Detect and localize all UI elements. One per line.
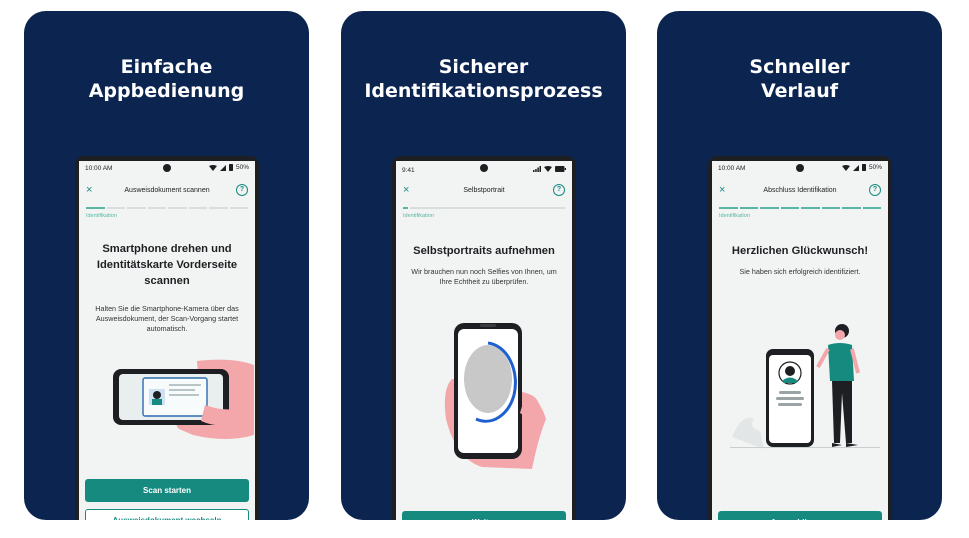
progress-bar: [403, 207, 565, 209]
selfie-illustration: [444, 323, 546, 469]
step-label: Identifikation: [86, 213, 117, 219]
phone-screen: 10:00 AM 50% × Abschluss Identifikation …: [712, 161, 888, 520]
card-title: Einfache Appbedienung: [88, 56, 245, 102]
status-icons: 50%: [208, 164, 249, 171]
phone-frame: 9:41 × Selbstportrait ? Identifikation S…: [392, 156, 576, 520]
signal-icon: [219, 164, 226, 171]
progress-bar: [719, 207, 881, 209]
phone-screen: 9:41 × Selbstportrait ? Identifikation S…: [396, 161, 572, 520]
status-icons: [533, 166, 566, 172]
card-fast-process: Schneller Verlauf 10:00 AM 50% × Abschlu…: [657, 11, 942, 520]
status-time: 9:41: [402, 167, 415, 174]
wifi-icon: [841, 164, 850, 171]
app-bar-title: Abschluss Identifikation: [763, 187, 837, 194]
heading: Selbstportraits aufnehmen: [413, 245, 555, 257]
app-bar-title: Ausweisdokument scannen: [124, 187, 210, 194]
success-illustration: [730, 324, 880, 449]
body-text: Sie haben sich erfolgreich identifiziert…: [739, 267, 861, 276]
help-icon[interactable]: ?: [553, 184, 565, 196]
phone-screen: 10:00 AM 50% × Ausweisdokument scannen ?…: [79, 161, 255, 520]
battery-icon: [861, 164, 866, 171]
app-bar: × Selbstportrait ?: [396, 181, 572, 201]
heading: Smartphone drehen und Identitätskarte Vo…: [96, 243, 238, 287]
battery-level: 50%: [868, 164, 882, 171]
battery-level: 50%: [235, 164, 249, 171]
app-bar-title: Selbstportrait: [463, 187, 505, 194]
signal-icon: [533, 166, 541, 172]
card-title: Sicherer Identifikationsprozess: [364, 56, 603, 102]
app-bar: × Abschluss Identifikation ?: [712, 181, 888, 201]
switch-document-button[interactable]: Ausweisdokument wechseln: [85, 509, 249, 520]
camera-icon: [796, 164, 804, 172]
help-icon[interactable]: ?: [236, 184, 248, 196]
app-bar: × Ausweisdokument scannen ?: [79, 181, 255, 201]
status-icons: 50%: [841, 164, 882, 171]
card-title: Schneller Verlauf: [749, 56, 850, 102]
body-text: Wir brauchen nun noch Selfies von Ihnen,…: [411, 267, 557, 286]
step-label: Identifikation: [403, 213, 434, 219]
body-text: Halten Sie die Smartphone-Kamera über da…: [95, 304, 239, 333]
card-secure-identification: Sicherer Identifikationsprozess 9:41 × S…: [341, 11, 626, 520]
heading: Herzlichen Glückwunsch!: [731, 245, 869, 257]
signal-icon: [852, 164, 859, 171]
continue-button[interactable]: Weiter: [402, 511, 566, 520]
id-scan-illustration: [113, 359, 254, 439]
wifi-icon: [208, 164, 217, 171]
battery-icon: [228, 164, 233, 171]
step-label: Identifikation: [719, 213, 750, 219]
scan-start-button[interactable]: Scan starten: [85, 479, 249, 502]
phone-frame: 10:00 AM 50% × Ausweisdokument scannen ?…: [75, 156, 259, 520]
status-time: 10:00 AM: [85, 165, 113, 172]
camera-icon: [163, 164, 171, 172]
phone-frame: 10:00 AM 50% × Abschluss Identifikation …: [708, 156, 892, 520]
battery-icon: [555, 166, 566, 172]
help-icon[interactable]: ?: [869, 184, 881, 196]
status-time: 10:00 AM: [718, 165, 746, 172]
wifi-icon: [544, 166, 552, 172]
progress-bar: [86, 207, 248, 209]
card-easy-usage: Einfache Appbedienung 10:00 AM 50% × Aus…: [24, 11, 309, 520]
camera-icon: [480, 164, 488, 172]
close-app-button[interactable]: App schliessen: [718, 511, 882, 520]
